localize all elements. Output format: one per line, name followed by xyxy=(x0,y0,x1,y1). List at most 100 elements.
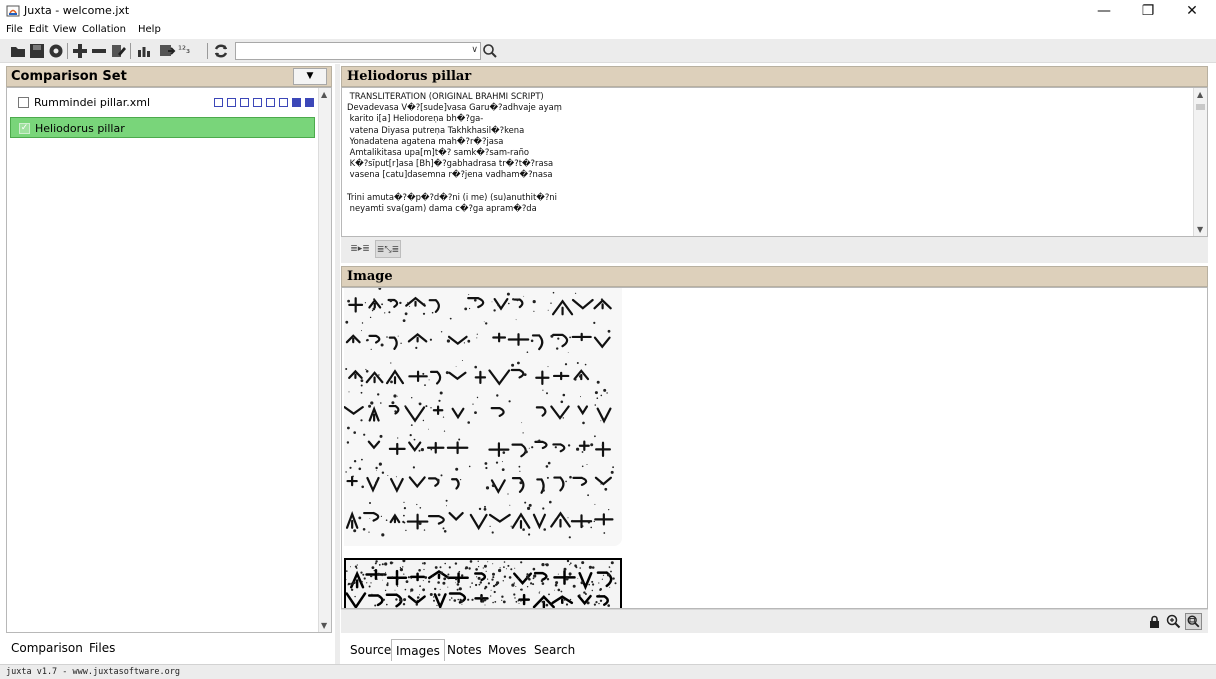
checkbox[interactable]: ✓ xyxy=(19,123,30,134)
stone-texture-speck xyxy=(391,401,395,405)
stone-texture-speck xyxy=(412,466,415,469)
open-folder-icon[interactable] xyxy=(9,42,27,60)
scrollbar-thumb[interactable] xyxy=(1196,104,1205,110)
tab-search[interactable]: Search xyxy=(530,639,579,661)
settings-gear-icon[interactable] xyxy=(47,42,65,60)
window-title: Juxta - welcome.jxt xyxy=(24,4,130,17)
stone-texture-speck xyxy=(382,598,385,601)
stone-texture-speck xyxy=(593,321,596,324)
tab-files[interactable]: Files xyxy=(84,637,120,659)
stone-texture-speck xyxy=(437,593,441,597)
tab-images[interactable]: Images xyxy=(391,639,445,661)
stone-texture-speck xyxy=(369,518,371,519)
list-item-selected[interactable]: ✓ Heliodorus pillar xyxy=(10,117,315,138)
stone-texture-speck xyxy=(569,475,572,479)
lock-icon[interactable] xyxy=(1146,613,1163,630)
source-text-line: Yonadatena agatena mah�?r�?jasa xyxy=(347,135,504,146)
stone-texture-speck xyxy=(567,517,569,519)
image-view[interactable] xyxy=(341,287,1208,609)
view-mode-icon[interactable]: ≣▸≣ xyxy=(347,240,373,258)
close-button[interactable]: ✕ xyxy=(1170,0,1214,22)
view-mode-icon[interactable]: ≣⤡≣ xyxy=(375,240,401,258)
stone-texture-speck xyxy=(378,564,381,566)
stone-texture-speck xyxy=(363,433,366,436)
stone-texture-speck xyxy=(514,597,516,599)
minimize-button[interactable]: — xyxy=(1082,0,1126,22)
maximize-button[interactable]: ❐ xyxy=(1126,0,1170,22)
search-input[interactable]: ∨ xyxy=(235,42,481,60)
panel-splitter[interactable] xyxy=(335,64,340,664)
export-icon[interactable] xyxy=(158,42,176,60)
source-text-area[interactable]: TRANSLITERATION (ORIGINAL BRAHMI SCRIPT)… xyxy=(341,87,1208,237)
stone-texture-speck xyxy=(549,500,552,504)
stone-texture-speck xyxy=(377,393,380,396)
scrollbar[interactable]: ▲ ▼ xyxy=(318,88,331,632)
stone-texture-speck xyxy=(591,589,593,592)
stone-texture-speck xyxy=(591,566,595,569)
zoom-in-icon[interactable] xyxy=(1165,613,1182,630)
scroll-up-icon[interactable]: ▲ xyxy=(321,90,327,99)
stone-texture-speck xyxy=(378,462,382,466)
chart-icon[interactable] xyxy=(135,42,153,60)
stone-texture-speck xyxy=(348,391,350,393)
scroll-down-icon[interactable]: ▼ xyxy=(1197,225,1203,234)
stone-texture-speck xyxy=(384,589,387,592)
stone-texture-speck xyxy=(403,507,406,510)
stone-texture-speck xyxy=(569,598,572,601)
stone-texture-speck xyxy=(521,422,523,424)
menu-help[interactable]: Help xyxy=(138,24,161,35)
stone-texture-speck xyxy=(399,566,401,569)
tab-source[interactable]: Source xyxy=(346,639,395,661)
stone-texture-speck xyxy=(550,302,552,304)
stone-texture-speck xyxy=(494,601,497,603)
stone-texture-speck xyxy=(415,346,418,349)
menu-edit[interactable]: Edit xyxy=(29,24,48,35)
search-icon[interactable] xyxy=(482,42,498,60)
stone-texture-speck xyxy=(509,504,511,506)
refresh-icon[interactable] xyxy=(212,42,230,60)
stone-texture-speck xyxy=(601,578,603,580)
menu-file[interactable]: File xyxy=(6,24,23,35)
remove-icon[interactable] xyxy=(90,42,108,60)
tab-moves[interactable]: Moves xyxy=(484,639,530,661)
list-item[interactable]: Rummindei pillar.xml xyxy=(10,92,315,113)
save-icon[interactable] xyxy=(28,42,46,60)
stone-texture-speck xyxy=(430,407,432,409)
stone-texture-speck xyxy=(532,583,535,586)
tab-notes[interactable]: Notes xyxy=(443,639,486,661)
stone-texture-speck xyxy=(507,493,509,495)
menu-view[interactable]: View xyxy=(53,24,77,35)
stone-texture-speck xyxy=(443,577,447,581)
stone-texture-speck xyxy=(572,584,576,588)
stone-texture-speck xyxy=(519,470,521,472)
stone-texture-speck xyxy=(557,337,560,340)
stone-texture-speck xyxy=(453,599,457,602)
stone-texture-speck xyxy=(446,576,449,579)
stone-texture-speck xyxy=(502,600,506,604)
chevron-down-icon[interactable]: ∨ xyxy=(471,45,478,55)
menu-collation[interactable]: Collation xyxy=(82,24,126,35)
source-text-line: vasena [catu]dasemna r�?jena vadham�?nas… xyxy=(347,169,553,180)
dropdown-button[interactable]: ▼ xyxy=(293,68,327,85)
stone-texture-speck xyxy=(422,563,424,565)
edit-icon[interactable] xyxy=(109,42,127,60)
stone-texture-speck xyxy=(608,509,610,511)
stone-texture-speck xyxy=(531,446,534,449)
scrollbar[interactable]: ▲ ▼ xyxy=(1193,88,1207,236)
stone-texture-speck xyxy=(410,424,413,426)
stone-texture-speck xyxy=(389,561,393,565)
line-numbers-icon[interactable]: ¹²₃ xyxy=(178,42,196,60)
stone-texture-speck xyxy=(361,580,363,583)
stone-texture-speck xyxy=(516,298,519,302)
status-square xyxy=(240,98,249,107)
add-icon[interactable] xyxy=(71,42,89,60)
scroll-down-icon[interactable]: ▼ xyxy=(321,621,327,630)
scroll-up-icon[interactable]: ▲ xyxy=(1197,90,1203,99)
zoom-fit-icon[interactable] xyxy=(1185,613,1202,630)
tab-comparison[interactable]: Comparison xyxy=(6,637,88,659)
stone-texture-speck xyxy=(528,533,531,536)
panel-title: Heliodorus pillar xyxy=(347,69,472,84)
source-text-line: K�?sīput[r]asa [Bh]�?gabhadrasa tr�?t�?r… xyxy=(347,158,554,169)
stone-texture-speck xyxy=(494,583,498,586)
checkbox[interactable] xyxy=(18,97,29,108)
